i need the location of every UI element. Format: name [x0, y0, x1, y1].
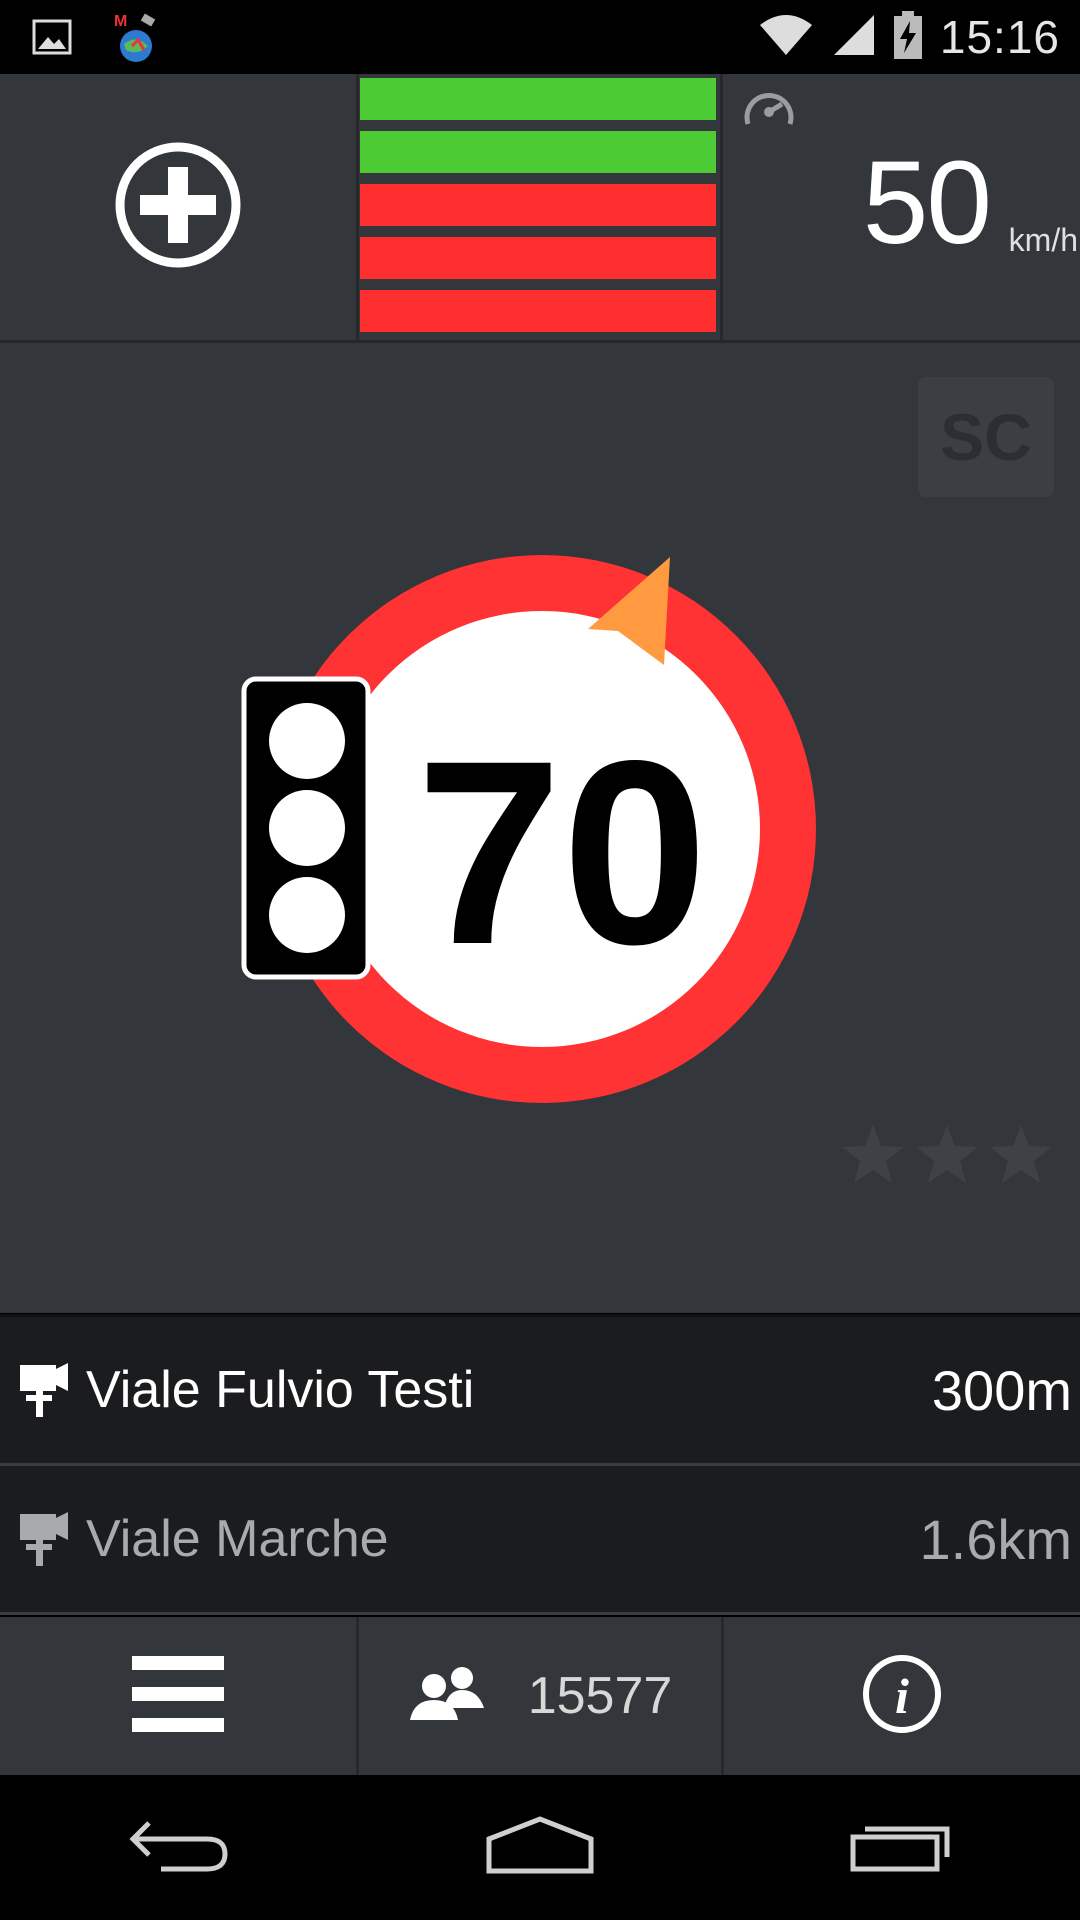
users-count: 15577 — [527, 1667, 673, 1725]
signal-bar — [360, 237, 716, 279]
speed-camera-icon — [18, 1363, 70, 1424]
current-speed-display: 50 km/h — [722, 74, 1080, 340]
back-icon[interactable] — [127, 1817, 231, 1878]
star-icon — [916, 1125, 978, 1183]
alert-street: Viale Marche — [86, 1510, 389, 1568]
info-button[interactable]: i — [724, 1617, 1080, 1775]
menu-icon — [130, 1654, 226, 1739]
traffic-light-icon — [241, 676, 371, 980]
alert-row-2[interactable]: Viale Marche 1.6km — [0, 1466, 1080, 1615]
alert-street: Viale Fulvio Testi — [86, 1361, 475, 1419]
wifi-icon — [758, 13, 814, 62]
system-nav-bar — [0, 1775, 1080, 1920]
signal-bar — [360, 131, 716, 173]
bottom-bar: 15577 i — [0, 1617, 1080, 1775]
add-button[interactable] — [0, 74, 359, 340]
top-bar: 50 km/h — [0, 74, 1080, 343]
signal-bar — [360, 290, 716, 332]
svg-text:i: i — [895, 1668, 909, 1724]
clock: 15:16 — [939, 11, 1060, 63]
app-notification-icon: M — [112, 10, 162, 69]
info-icon: i — [861, 1653, 943, 1740]
home-icon[interactable] — [485, 1815, 595, 1880]
status-bar: M 15:16 — [0, 0, 1080, 74]
menu-button[interactable] — [0, 1617, 359, 1775]
battery-charging-icon — [893, 10, 922, 64]
speed-camera-icon — [18, 1512, 70, 1573]
current-speed-value: 50 — [862, 137, 992, 269]
plus-circle-icon — [114, 141, 242, 274]
signal-bar — [360, 78, 716, 120]
rating-stars[interactable] — [840, 1123, 1054, 1185]
speed-unit: km/h — [1008, 222, 1078, 258]
signal-bar — [360, 184, 716, 226]
speedometer-icon — [742, 84, 796, 137]
alert-distance: 1.6km — [919, 1507, 1073, 1571]
recents-icon[interactable] — [849, 1817, 953, 1878]
users-button[interactable]: 15577 — [359, 1617, 724, 1775]
svg-text:M: M — [114, 13, 127, 30]
alert-distance: 300m — [931, 1358, 1072, 1422]
main-panel: SC 70 — [0, 343, 1080, 1313]
star-icon — [990, 1125, 1052, 1183]
alert-row-1[interactable]: Viale Fulvio Testi 300m — [0, 1314, 1080, 1466]
signal-gauge — [356, 74, 723, 340]
signal-icon — [832, 13, 876, 62]
star-icon — [842, 1125, 904, 1183]
users-icon — [408, 1664, 488, 1729]
gallery-icon — [32, 19, 72, 60]
speed-limit-value: 70 — [416, 706, 707, 999]
